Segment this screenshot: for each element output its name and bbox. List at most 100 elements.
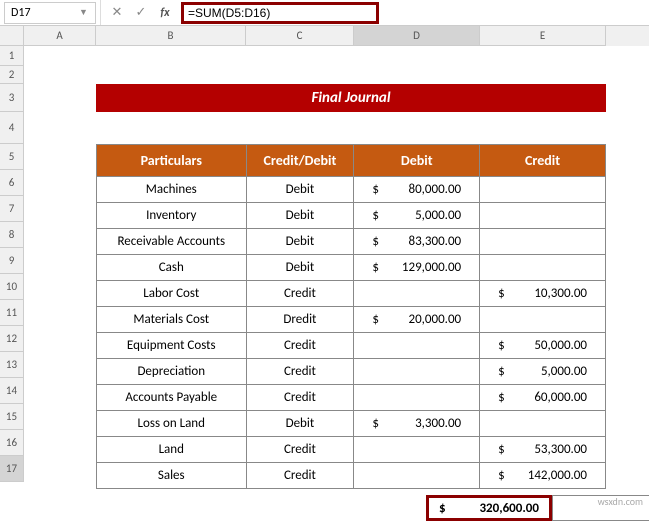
cell-particulars[interactable]: Land [97, 437, 247, 463]
cell-debit[interactable] [354, 463, 480, 489]
cell-credit[interactable]: $142,000.00 [480, 463, 606, 489]
cell-particulars[interactable]: Loss on Land [97, 411, 247, 437]
row-header-14[interactable]: 14 [0, 378, 24, 404]
table-row: Equipment CostsCredit $50,000.00 [97, 333, 606, 359]
cell-credit[interactable] [480, 411, 606, 437]
select-all-corner[interactable] [0, 26, 24, 46]
row-header-1[interactable]: 1 [0, 46, 24, 66]
debit-amount: 80,000.00 [408, 182, 461, 197]
journal-content: Final Journal Particulars Credit/Debit D… [96, 84, 606, 489]
cell-credit-debit[interactable]: Debit [246, 177, 354, 203]
cell-credit[interactable]: $5,000.00 [480, 359, 606, 385]
chevron-down-icon[interactable]: ▼ [79, 7, 89, 18]
cell-debit[interactable]: $80,000.00 [354, 177, 480, 203]
cell-debit[interactable]: $83,300.00 [354, 229, 480, 255]
cell-credit-debit[interactable]: Credit [246, 463, 354, 489]
currency-symbol: $ [372, 234, 379, 249]
row-header-9[interactable]: 9 [0, 248, 24, 274]
cell-particulars[interactable]: Machines [97, 177, 247, 203]
cell-credit[interactable] [480, 229, 606, 255]
cell-debit[interactable] [354, 281, 480, 307]
cell-credit-debit[interactable]: Credit [246, 333, 354, 359]
header-credit[interactable]: Credit [480, 145, 606, 177]
watermark: wsxdn.com [598, 495, 643, 508]
cell-debit[interactable]: $3,300.00 [354, 411, 480, 437]
total-debit-cell[interactable]: $ 320,600.00 [426, 495, 552, 521]
cell-credit[interactable]: $10,300.00 [480, 281, 606, 307]
cell-credit[interactable] [480, 177, 606, 203]
row-header-2[interactable]: 2 [0, 66, 24, 84]
cell-debit[interactable] [354, 385, 480, 411]
formula-bar: D17 ▼ ✕ ✓ fx [0, 0, 649, 26]
cell-debit[interactable]: $20,000.00 [354, 307, 480, 333]
cell-credit[interactable]: $53,300.00 [480, 437, 606, 463]
formula-input[interactable] [188, 6, 372, 20]
credit-amount: 5,000.00 [541, 364, 587, 379]
cell-particulars[interactable]: Inventory [97, 203, 247, 229]
row-header-4[interactable]: 4 [0, 112, 24, 144]
debit-amount: 3,300.00 [415, 416, 461, 431]
row-header-10[interactable]: 10 [0, 274, 24, 300]
cell-credit-debit[interactable]: Credit [246, 385, 354, 411]
row-header-6[interactable]: 6 [0, 170, 24, 196]
header-particulars[interactable]: Particulars [97, 145, 247, 177]
cell-particulars[interactable]: Cash [97, 255, 247, 281]
cell-particulars[interactable]: Labor Cost [97, 281, 247, 307]
cell-particulars[interactable]: Receivable Accounts [97, 229, 247, 255]
row-header-8[interactable]: 8 [0, 222, 24, 248]
debit-amount: 129,000.00 [402, 260, 461, 275]
row-header-12[interactable]: 12 [0, 326, 24, 352]
col-header-e[interactable]: E [480, 26, 606, 46]
row-header-13[interactable]: 13 [0, 352, 24, 378]
cell-credit-debit[interactable]: Debit [246, 203, 354, 229]
cell-debit[interactable] [354, 333, 480, 359]
row-header-15[interactable]: 15 [0, 404, 24, 430]
cell-credit-debit[interactable]: Dredit [246, 307, 354, 333]
row-header-16[interactable]: 16 [0, 430, 24, 456]
cell-credit-debit[interactable]: Credit [246, 359, 354, 385]
cell-debit[interactable] [354, 359, 480, 385]
cell-particulars[interactable]: Sales [97, 463, 247, 489]
cell-credit-debit[interactable]: Credit [246, 281, 354, 307]
cell-credit[interactable] [480, 307, 606, 333]
row-header-7[interactable]: 7 [0, 196, 24, 222]
name-box[interactable]: D17 ▼ [4, 2, 96, 24]
row-header-17[interactable]: 17 [0, 456, 24, 482]
credit-amount: 60,000.00 [534, 390, 587, 405]
cell-credit[interactable]: $50,000.00 [480, 333, 606, 359]
col-header-b[interactable]: B [96, 26, 246, 46]
row-header-5[interactable]: 5 [0, 144, 24, 170]
cell-credit-debit[interactable]: Credit [246, 437, 354, 463]
fx-icon[interactable]: fx [155, 3, 175, 23]
cell-credit[interactable]: $60,000.00 [480, 385, 606, 411]
header-credit-debit[interactable]: Credit/Debit [246, 145, 354, 177]
col-header-d[interactable]: D [354, 26, 480, 46]
row-header-3[interactable]: 3 [0, 84, 24, 112]
col-header-a[interactable]: A [24, 26, 96, 46]
cell-credit[interactable] [480, 203, 606, 229]
currency-symbol: $ [498, 364, 505, 379]
currency-symbol: $ [498, 442, 505, 457]
currency-symbol: $ [498, 468, 505, 483]
cell-debit[interactable]: $5,000.00 [354, 203, 480, 229]
cell-particulars[interactable]: Equipment Costs [97, 333, 247, 359]
table-header-row: Particulars Credit/Debit Debit Credit [97, 145, 606, 177]
cell-particulars[interactable]: Accounts Payable [97, 385, 247, 411]
cancel-icon[interactable]: ✕ [107, 3, 127, 23]
cell-debit[interactable]: $129,000.00 [354, 255, 480, 281]
enter-icon[interactable]: ✓ [131, 3, 151, 23]
row-header-11[interactable]: 11 [0, 300, 24, 326]
credit-amount: 53,300.00 [534, 442, 587, 457]
cell-credit-debit[interactable]: Debit [246, 411, 354, 437]
col-header-c[interactable]: C [246, 26, 354, 46]
cell-debit[interactable] [354, 437, 480, 463]
cell-particulars[interactable]: Depreciation [97, 359, 247, 385]
cell-credit-debit[interactable]: Debit [246, 255, 354, 281]
table-row: Labor CostCredit $10,300.00 [97, 281, 606, 307]
cell-credit-debit[interactable]: Debit [246, 229, 354, 255]
cell-particulars[interactable]: Materials Cost [97, 307, 247, 333]
total-value: 320,600.00 [479, 501, 539, 516]
header-debit[interactable]: Debit [354, 145, 480, 177]
credit-amount: 142,000.00 [528, 468, 587, 483]
cell-credit[interactable] [480, 255, 606, 281]
